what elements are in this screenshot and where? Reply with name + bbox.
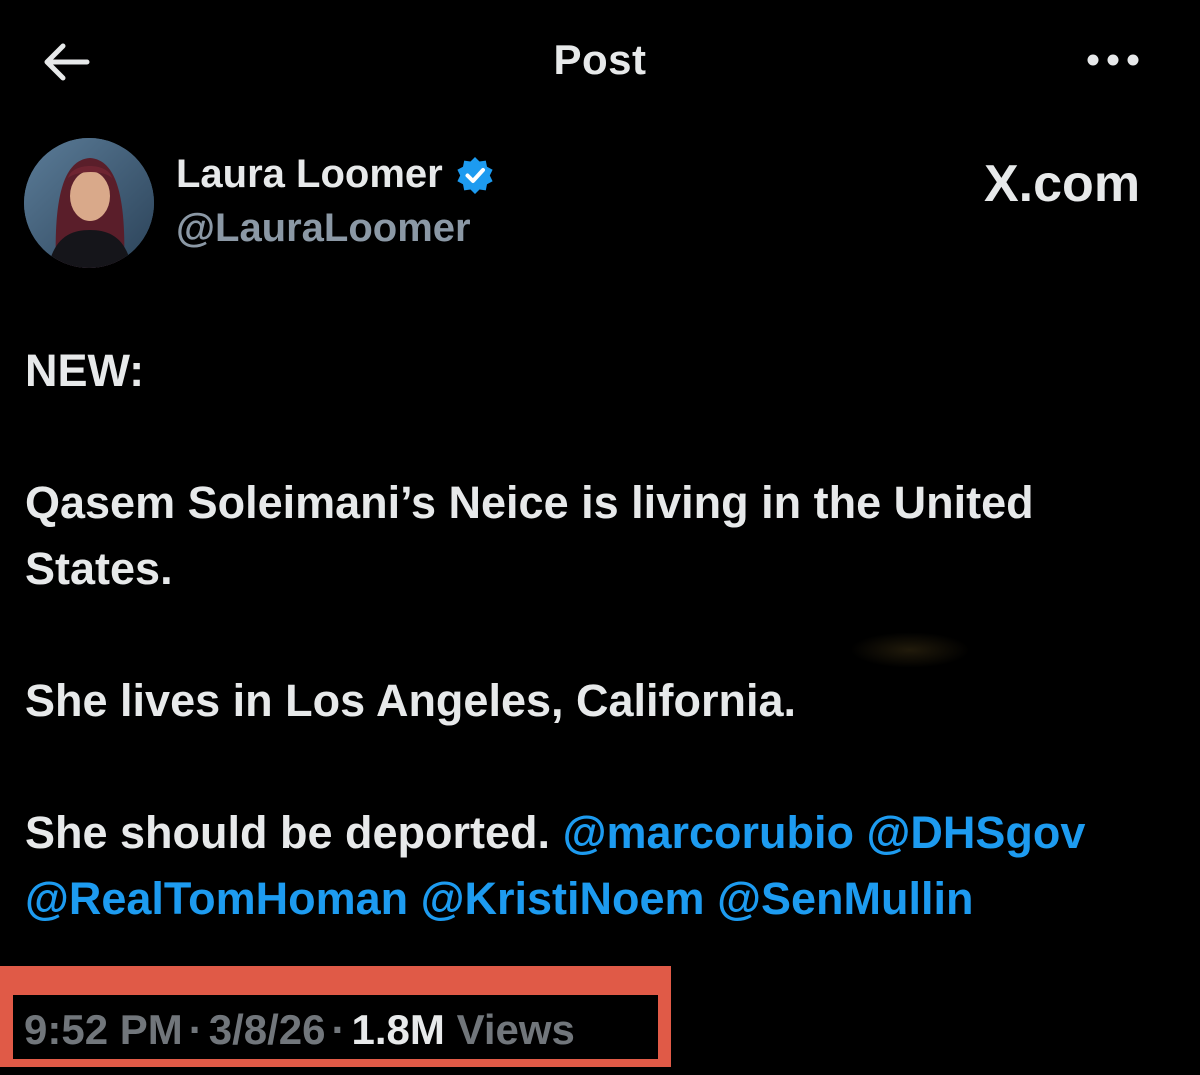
author-name[interactable]: Laura Loomer	[176, 152, 495, 197]
more-options-button[interactable]	[1078, 38, 1148, 82]
mention-link[interactable]: @RealTomHoman	[25, 873, 408, 924]
views-label: Views	[456, 1006, 575, 1053]
watermark-label: X.com	[984, 155, 1141, 213]
avatar[interactable]	[24, 138, 154, 268]
page-title: Post	[553, 36, 647, 83]
post-line: Qasem Soleimani’s Neice is living in the…	[25, 477, 1034, 594]
mention-link[interactable]: @SenMullin	[717, 873, 973, 924]
separator-dot: ·	[188, 1006, 203, 1053]
author-handle[interactable]: @LauraLoomer	[176, 206, 471, 251]
verified-badge-icon	[457, 156, 493, 194]
mention-link[interactable]: @KristiNoem	[421, 873, 705, 924]
profile-photo-icon	[24, 138, 154, 268]
post-time[interactable]: 9:52 PM	[24, 1006, 183, 1053]
separator-dot: ·	[331, 1006, 346, 1053]
post-line: NEW:	[25, 345, 145, 396]
author-name-text: Laura Loomer	[176, 152, 443, 196]
top-bar: Post	[0, 0, 1200, 120]
post-metadata: 9:52 PM · 3/8/26 · 1.8M Views	[24, 1006, 575, 1054]
more-horizontal-icon	[1087, 54, 1139, 66]
views-count[interactable]: 1.8M	[352, 1006, 445, 1053]
post-date[interactable]: 3/8/26	[209, 1006, 326, 1053]
mention-link[interactable]: @DHSgov	[867, 807, 1086, 858]
post-line: She should be deported. @marcorubio @DHS…	[25, 800, 1190, 932]
post-line-text: She should be deported.	[25, 807, 551, 858]
post-text: NEW: Qasem Soleimani’s Neice is living i…	[25, 338, 1190, 932]
image-smudge	[850, 632, 970, 668]
mention-link[interactable]: @marcorubio	[563, 807, 854, 858]
post-line: She lives in Los Angeles, California.	[25, 675, 797, 726]
